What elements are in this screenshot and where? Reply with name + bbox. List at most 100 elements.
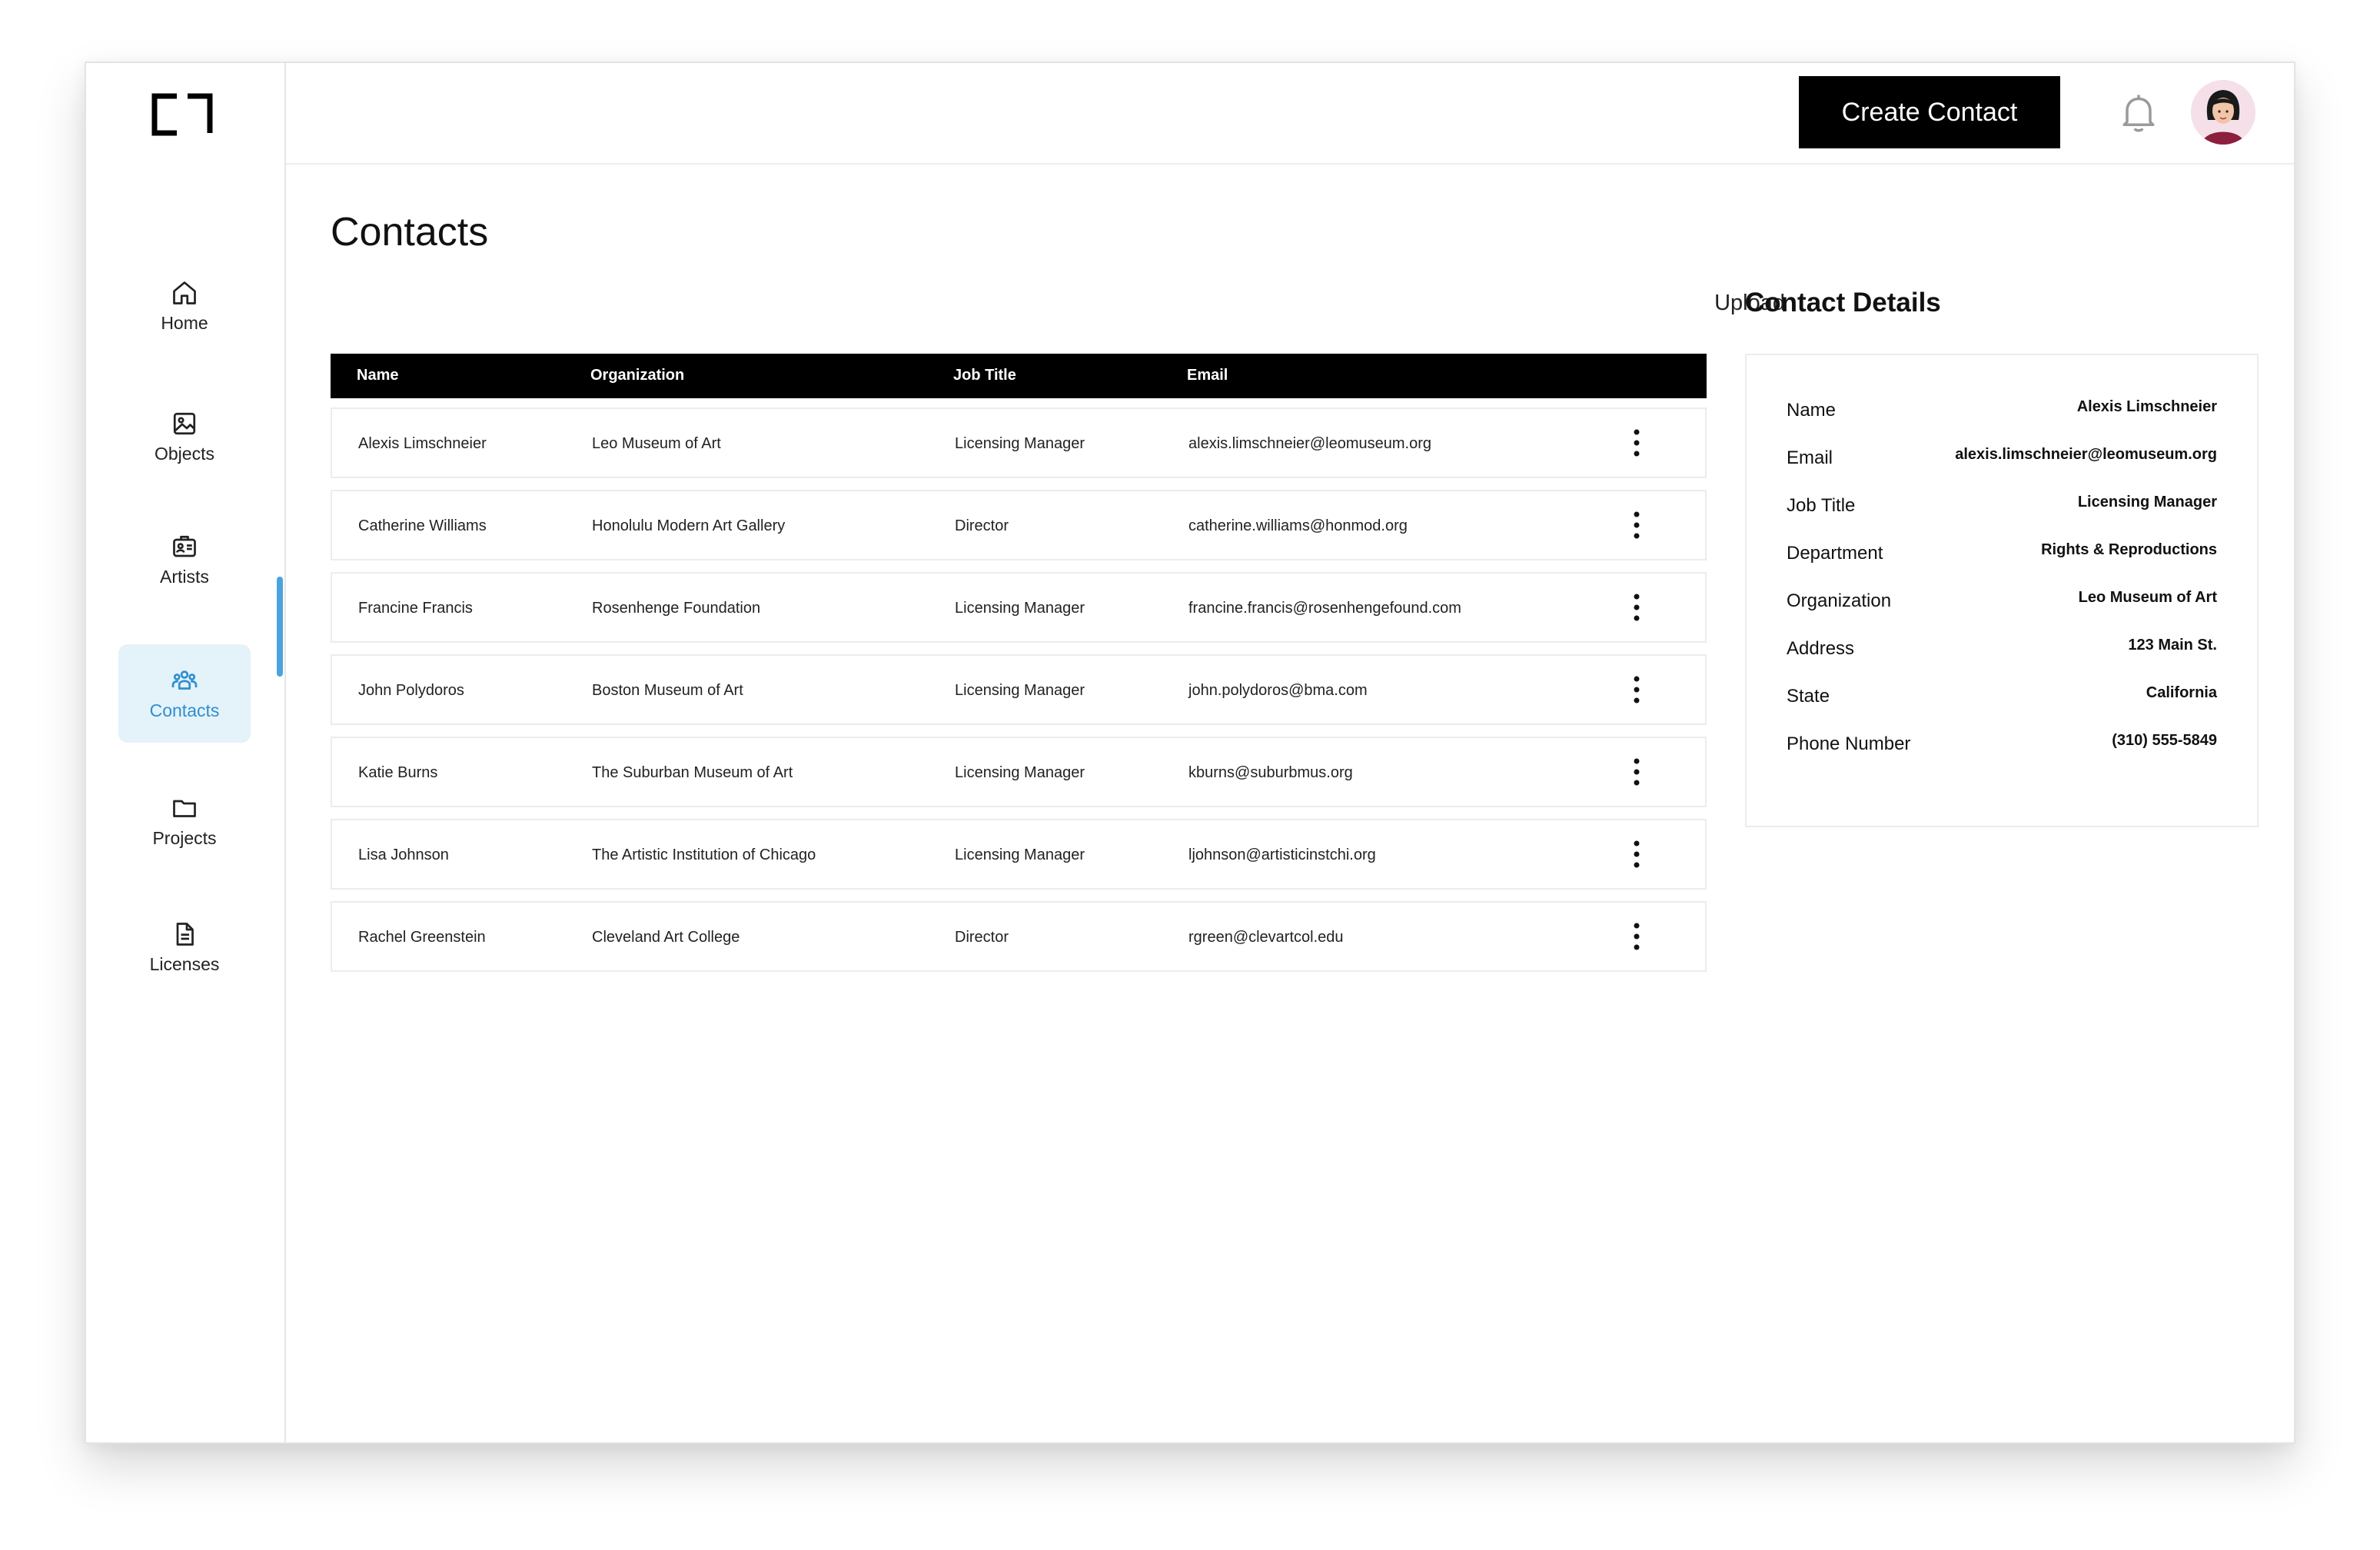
- sidebar-item-label: Artists: [160, 566, 209, 587]
- contact-details-title: Contact Details: [1745, 288, 1941, 318]
- more-options-icon[interactable]: [1625, 590, 1648, 624]
- sidebar-item-artists[interactable]: Artists: [118, 511, 251, 609]
- home-icon: [173, 281, 196, 304]
- sidebar-item-label: Contacts: [149, 700, 220, 720]
- top-header: Create Contact: [286, 63, 2294, 165]
- cell-email: ljohnson@artisticinstchi.org: [1188, 847, 1376, 863]
- detail-label: Address: [1787, 638, 1855, 659]
- sidebar-item-label: Projects: [152, 827, 217, 848]
- cell-name: Katie Burns: [358, 764, 438, 781]
- cell-job-title: Licensing Manager: [955, 847, 1085, 863]
- create-contact-button[interactable]: Create Contact: [1799, 76, 2060, 148]
- detail-row-email: Email alexis.limschneier@leomuseum.org: [1787, 441, 2217, 472]
- cell-email: kburns@suburbmus.org: [1188, 764, 1353, 781]
- cell-job-title: Director: [955, 517, 1009, 534]
- cell-email: john.polydoros@bma.com: [1188, 682, 1368, 699]
- sidebar-item-home[interactable]: Home: [118, 257, 251, 355]
- more-options-icon[interactable]: [1625, 755, 1648, 789]
- more-options-icon[interactable]: [1625, 508, 1648, 542]
- app-logo[interactable]: [151, 92, 214, 137]
- detail-value: alexis.limschneier@leomuseum.org: [1955, 446, 2217, 463]
- detail-label: Department: [1787, 543, 1883, 564]
- detail-value: California: [2146, 684, 2217, 701]
- folder-icon: [173, 800, 196, 817]
- table-row[interactable]: John Polydoros Boston Museum of Art Lice…: [331, 654, 1707, 725]
- detail-row-state: State California: [1787, 680, 2217, 710]
- active-indicator: [277, 577, 283, 677]
- id-card-icon: [173, 535, 196, 557]
- cell-organization: The Artistic Institution of Chicago: [592, 847, 816, 863]
- sidebar-item-licenses[interactable]: Licenses: [118, 898, 251, 996]
- more-options-icon[interactable]: [1625, 673, 1648, 707]
- cell-name: Rachel Greenstein: [358, 929, 486, 946]
- avatar-illustration: [2191, 80, 2255, 145]
- detail-row-organization: Organization Leo Museum of Art: [1787, 584, 2217, 615]
- cell-organization: Cleveland Art College: [592, 929, 740, 946]
- table-row[interactable]: Rachel Greenstein Cleveland Art College …: [331, 901, 1707, 972]
- cell-email: alexis.limschneier@leomuseum.org: [1188, 435, 1431, 452]
- detail-label: Organization: [1787, 590, 1892, 611]
- cell-job-title: Licensing Manager: [955, 682, 1085, 699]
- table-row[interactable]: Alexis Limschneier Leo Museum of Art Lic…: [331, 407, 1707, 478]
- detail-row-address: Address 123 Main St.: [1787, 632, 2217, 663]
- detail-value: Alexis Limschneier: [2076, 398, 2217, 415]
- cell-email: catherine.williams@honmod.org: [1188, 517, 1408, 534]
- page-title: Contacts: [331, 210, 489, 254]
- people-icon: [171, 670, 198, 690]
- bell-icon[interactable]: [2116, 89, 2162, 135]
- sidebar-item-label: Licenses: [149, 953, 220, 974]
- user-avatar[interactable]: [2191, 80, 2255, 145]
- sidebar-item-contacts[interactable]: Contacts: [118, 644, 251, 743]
- cell-organization: Leo Museum of Art: [592, 435, 721, 452]
- detail-value: Rights & Reproductions: [2041, 541, 2217, 558]
- cell-job-title: Licensing Manager: [955, 435, 1085, 452]
- column-header-organization[interactable]: Organization: [590, 367, 684, 384]
- cell-name: Francine Francis: [358, 600, 473, 617]
- table-row[interactable]: Catherine Williams Honolulu Modern Art G…: [331, 490, 1707, 560]
- cell-email: francine.francis@rosenhengefound.com: [1188, 600, 1461, 617]
- detail-value: (310) 555-5849: [2112, 732, 2217, 749]
- image-icon: [173, 412, 196, 434]
- table-row[interactable]: Lisa Johnson The Artistic Institution of…: [331, 819, 1707, 890]
- column-header-name[interactable]: Name: [357, 367, 398, 384]
- more-options-icon[interactable]: [1625, 920, 1648, 953]
- detail-row-name: Name Alexis Limschneier: [1787, 394, 2217, 424]
- cell-job-title: Director: [955, 929, 1009, 946]
- detail-label: State: [1787, 686, 1830, 707]
- cell-organization: The Suburban Museum of Art: [592, 764, 793, 781]
- sidebar-item-objects[interactable]: Objects: [118, 388, 251, 486]
- cell-organization: Boston Museum of Art: [592, 682, 743, 699]
- detail-value: 123 Main St.: [2128, 637, 2217, 654]
- detail-value: Licensing Manager: [2077, 494, 2217, 511]
- sidebar: Home Objects Artists Contacts Projects L…: [86, 63, 286, 1442]
- more-options-icon[interactable]: [1625, 426, 1648, 460]
- document-icon: [176, 922, 194, 946]
- more-options-icon[interactable]: [1625, 837, 1648, 871]
- sidebar-item-label: Home: [161, 312, 208, 333]
- cell-organization: Honolulu Modern Art Gallery: [592, 517, 786, 534]
- detail-label: Phone Number: [1787, 733, 1911, 754]
- detail-row-department: Department Rights & Reproductions: [1787, 537, 2217, 567]
- sidebar-item-projects[interactable]: Projects: [118, 772, 251, 870]
- table-header: Name Organization Job Title Email: [331, 354, 1707, 398]
- detail-value: Leo Museum of Art: [2078, 589, 2217, 606]
- cell-name: Alexis Limschneier: [358, 435, 487, 452]
- cell-name: Catherine Williams: [358, 517, 487, 534]
- detail-label: Name: [1787, 400, 1837, 421]
- detail-row-job-title: Job Title Licensing Manager: [1787, 489, 2217, 520]
- contact-details-card: Name Alexis Limschneier Email alexis.lim…: [1745, 354, 2259, 827]
- cell-job-title: Licensing Manager: [955, 764, 1085, 781]
- column-header-email[interactable]: Email: [1187, 367, 1228, 384]
- cell-job-title: Licensing Manager: [955, 600, 1085, 617]
- cell-name: Lisa Johnson: [358, 847, 449, 863]
- detail-label: Job Title: [1787, 495, 1856, 516]
- app-window: Home Objects Artists Contacts Projects L…: [85, 62, 2295, 1444]
- table-row[interactable]: Francine Francis Rosenhenge Foundation L…: [331, 572, 1707, 643]
- detail-label: Email: [1787, 447, 1833, 468]
- detail-row-phone: Phone Number (310) 555-5849: [1787, 727, 2217, 758]
- cell-email: rgreen@clevartcol.edu: [1188, 929, 1344, 946]
- sidebar-item-label: Objects: [155, 443, 214, 464]
- table-row[interactable]: Katie Burns The Suburban Museum of Art L…: [331, 737, 1707, 807]
- column-header-job-title[interactable]: Job Title: [953, 367, 1016, 384]
- cell-name: John Polydoros: [358, 682, 464, 699]
